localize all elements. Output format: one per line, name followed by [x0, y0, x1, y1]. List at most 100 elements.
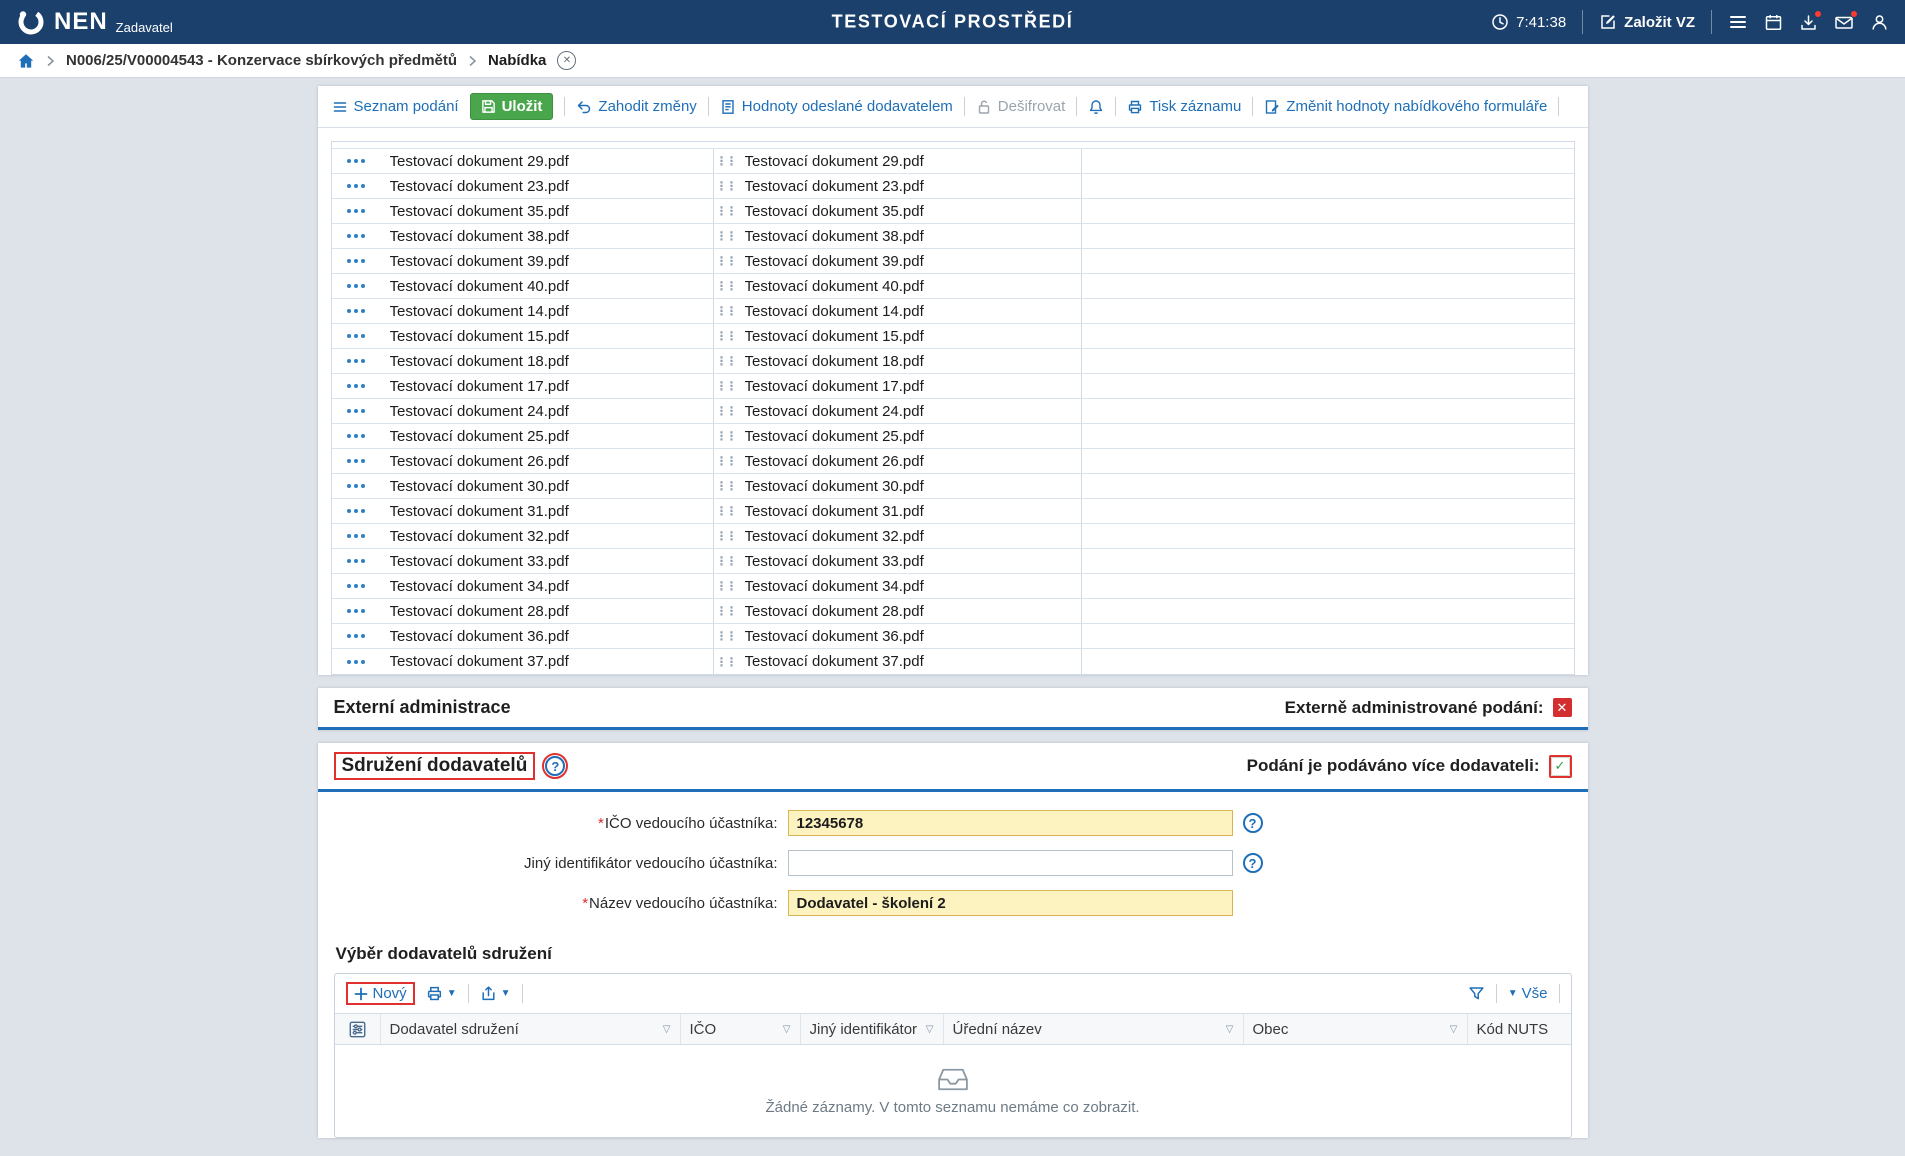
- column-header-obec[interactable]: Obec▽: [1244, 1014, 1468, 1044]
- drag-handle-icon[interactable]: ⋮⋮: [716, 205, 736, 217]
- drag-handle-icon[interactable]: ⋮⋮: [716, 656, 736, 668]
- print-record-button[interactable]: Tisk záznamu: [1127, 98, 1241, 115]
- row-actions-button[interactable]: [332, 649, 380, 674]
- column-header-ico[interactable]: IČO▽: [681, 1014, 801, 1044]
- row-actions-button[interactable]: [332, 324, 380, 348]
- drag-handle-icon[interactable]: ⋮⋮: [716, 380, 736, 392]
- column-header-kod-nuts[interactable]: Kód NUTS: [1468, 1014, 1571, 1044]
- drag-handle-icon[interactable]: ⋮⋮: [716, 555, 736, 567]
- table-row[interactable]: Testovací dokument 17.pdf ⋮⋮ Testovací d…: [332, 374, 1574, 399]
- table-row[interactable]: Testovací dokument 14.pdf ⋮⋮ Testovací d…: [332, 299, 1574, 324]
- table-row[interactable]: Testovací dokument 36.pdf ⋮⋮ Testovací d…: [332, 624, 1574, 649]
- drag-handle-icon[interactable]: ⋮⋮: [716, 505, 736, 517]
- drag-handle-icon[interactable]: ⋮⋮: [716, 605, 736, 617]
- print-grid-button[interactable]: ▼: [426, 985, 457, 1002]
- drag-handle-icon[interactable]: ⋮⋮: [716, 305, 736, 317]
- save-button[interactable]: Uložit: [470, 93, 554, 120]
- drag-handle-icon[interactable]: ⋮⋮: [716, 480, 736, 492]
- table-row[interactable]: Testovací dokument 33.pdf ⋮⋮ Testovací d…: [332, 549, 1574, 574]
- nazev-input[interactable]: [788, 890, 1233, 916]
- filter-button[interactable]: [1468, 985, 1485, 1002]
- drag-handle-icon[interactable]: ⋮⋮: [716, 155, 736, 167]
- drag-handle-icon[interactable]: ⋮⋮: [716, 405, 736, 417]
- row-actions-button[interactable]: [332, 424, 380, 448]
- extern-admin-checkbox[interactable]: ✕: [1553, 698, 1572, 717]
- table-row[interactable]: Testovací dokument 18.pdf ⋮⋮ Testovací d…: [332, 349, 1574, 374]
- row-actions-button[interactable]: [332, 524, 380, 548]
- table-row[interactable]: Testovací dokument 31.pdf ⋮⋮ Testovací d…: [332, 499, 1574, 524]
- decrypt-button[interactable]: Dešifrovat: [976, 98, 1066, 115]
- column-header-jiny-identifikator[interactable]: Jiný identifikátor▽: [801, 1014, 944, 1044]
- help-icon[interactable]: ?: [1243, 853, 1263, 873]
- profile-button[interactable]: [1870, 13, 1889, 32]
- row-actions-button[interactable]: [332, 299, 380, 323]
- row-actions-button[interactable]: [332, 549, 380, 573]
- drag-handle-icon[interactable]: ⋮⋮: [716, 580, 736, 592]
- table-row[interactable]: Testovací dokument 23.pdf ⋮⋮ Testovací d…: [332, 174, 1574, 199]
- drag-handle-icon[interactable]: ⋮⋮: [716, 255, 736, 267]
- row-actions-button[interactable]: [332, 399, 380, 423]
- table-row[interactable]: Testovací dokument 38.pdf ⋮⋮ Testovací d…: [332, 224, 1574, 249]
- table-row[interactable]: Testovací dokument 37.pdf ⋮⋮ Testovací d…: [332, 649, 1574, 674]
- drag-handle-icon[interactable]: ⋮⋮: [716, 630, 736, 642]
- row-actions-button[interactable]: [332, 199, 380, 223]
- table-row[interactable]: Testovací dokument 34.pdf ⋮⋮ Testovací d…: [332, 574, 1574, 599]
- home-icon[interactable]: [17, 52, 35, 70]
- table-row[interactable]: Testovací dokument 30.pdf ⋮⋮ Testovací d…: [332, 474, 1574, 499]
- downloads-button[interactable]: [1799, 13, 1818, 32]
- change-form-values-button[interactable]: Změnit hodnoty nabídkového formuláře: [1264, 98, 1547, 115]
- row-actions-button[interactable]: [332, 249, 380, 273]
- drag-handle-icon[interactable]: ⋮⋮: [716, 430, 736, 442]
- vse-filter-button[interactable]: ▼ Vše: [1508, 985, 1548, 1002]
- help-icon[interactable]: ?: [545, 756, 565, 776]
- row-actions-button[interactable]: [332, 174, 380, 198]
- notifications-button[interactable]: [1088, 99, 1104, 115]
- table-row[interactable]: Testovací dokument 32.pdf ⋮⋮ Testovací d…: [332, 524, 1574, 549]
- messages-button[interactable]: [1834, 13, 1854, 32]
- drag-handle-icon[interactable]: ⋮⋮: [716, 355, 736, 367]
- table-row[interactable]: Testovací dokument 15.pdf ⋮⋮ Testovací d…: [332, 324, 1574, 349]
- calendar-button[interactable]: [1764, 13, 1783, 32]
- ico-input[interactable]: [788, 810, 1233, 836]
- jiny-identifikator-input[interactable]: [788, 850, 1233, 876]
- seznam-podani-button[interactable]: Seznam podání: [332, 98, 459, 115]
- zalozit-vz-button[interactable]: Založit VZ: [1599, 13, 1695, 31]
- row-actions-button[interactable]: [332, 374, 380, 398]
- row-actions-button[interactable]: [332, 149, 380, 173]
- supplier-values-button[interactable]: Hodnoty odeslané dodavatelem: [720, 98, 953, 115]
- table-row[interactable]: Testovací dokument 28.pdf ⋮⋮ Testovací d…: [332, 599, 1574, 624]
- table-row[interactable]: Testovací dokument 26.pdf ⋮⋮ Testovací d…: [332, 449, 1574, 474]
- export-button[interactable]: ▼: [480, 985, 511, 1002]
- drag-handle-icon[interactable]: ⋮⋮: [716, 180, 736, 192]
- nen-home-button[interactable]: NEN Zadavatel: [16, 7, 173, 37]
- row-actions-button[interactable]: [332, 499, 380, 523]
- drag-handle-icon[interactable]: ⋮⋮: [716, 280, 736, 292]
- row-actions-button[interactable]: [332, 599, 380, 623]
- row-actions-button[interactable]: [332, 349, 380, 373]
- table-row[interactable]: Testovací dokument 40.pdf ⋮⋮ Testovací d…: [332, 274, 1574, 299]
- row-actions-button[interactable]: [332, 624, 380, 648]
- column-header-dodavatel[interactable]: Dodavatel sdružení▽: [381, 1014, 681, 1044]
- breadcrumb-item[interactable]: N006/25/V00004543 - Konzervace sbírkovýc…: [66, 52, 457, 69]
- drag-handle-icon[interactable]: ⋮⋮: [716, 455, 736, 467]
- multi-supplier-checkbox[interactable]: ✓: [1551, 757, 1570, 776]
- row-actions-button[interactable]: [332, 224, 380, 248]
- drag-handle-icon[interactable]: ⋮⋮: [716, 230, 736, 242]
- row-actions-button[interactable]: [332, 274, 380, 298]
- close-tab-button[interactable]: ✕: [557, 51, 576, 70]
- row-actions-button[interactable]: [332, 574, 380, 598]
- table-row[interactable]: Testovací dokument 39.pdf ⋮⋮ Testovací d…: [332, 249, 1574, 274]
- table-row[interactable]: Testovací dokument 35.pdf ⋮⋮ Testovací d…: [332, 199, 1574, 224]
- column-settings-button[interactable]: [335, 1014, 381, 1044]
- table-row[interactable]: Testovací dokument 29.pdf ⋮⋮ Testovací d…: [332, 149, 1574, 174]
- row-actions-button[interactable]: [332, 474, 380, 498]
- discard-changes-button[interactable]: Zahodit změny: [576, 98, 696, 115]
- menu-button[interactable]: [1728, 12, 1748, 32]
- help-icon[interactable]: ?: [1243, 813, 1263, 833]
- breadcrumb-current[interactable]: Nabídka: [488, 52, 546, 69]
- table-row[interactable]: Testovací dokument 24.pdf ⋮⋮ Testovací d…: [332, 399, 1574, 424]
- drag-handle-icon[interactable]: ⋮⋮: [716, 330, 736, 342]
- row-actions-button[interactable]: [332, 449, 380, 473]
- column-header-uredni-nazev[interactable]: Úřední název▽: [944, 1014, 1244, 1044]
- table-row[interactable]: Testovací dokument 25.pdf ⋮⋮ Testovací d…: [332, 424, 1574, 449]
